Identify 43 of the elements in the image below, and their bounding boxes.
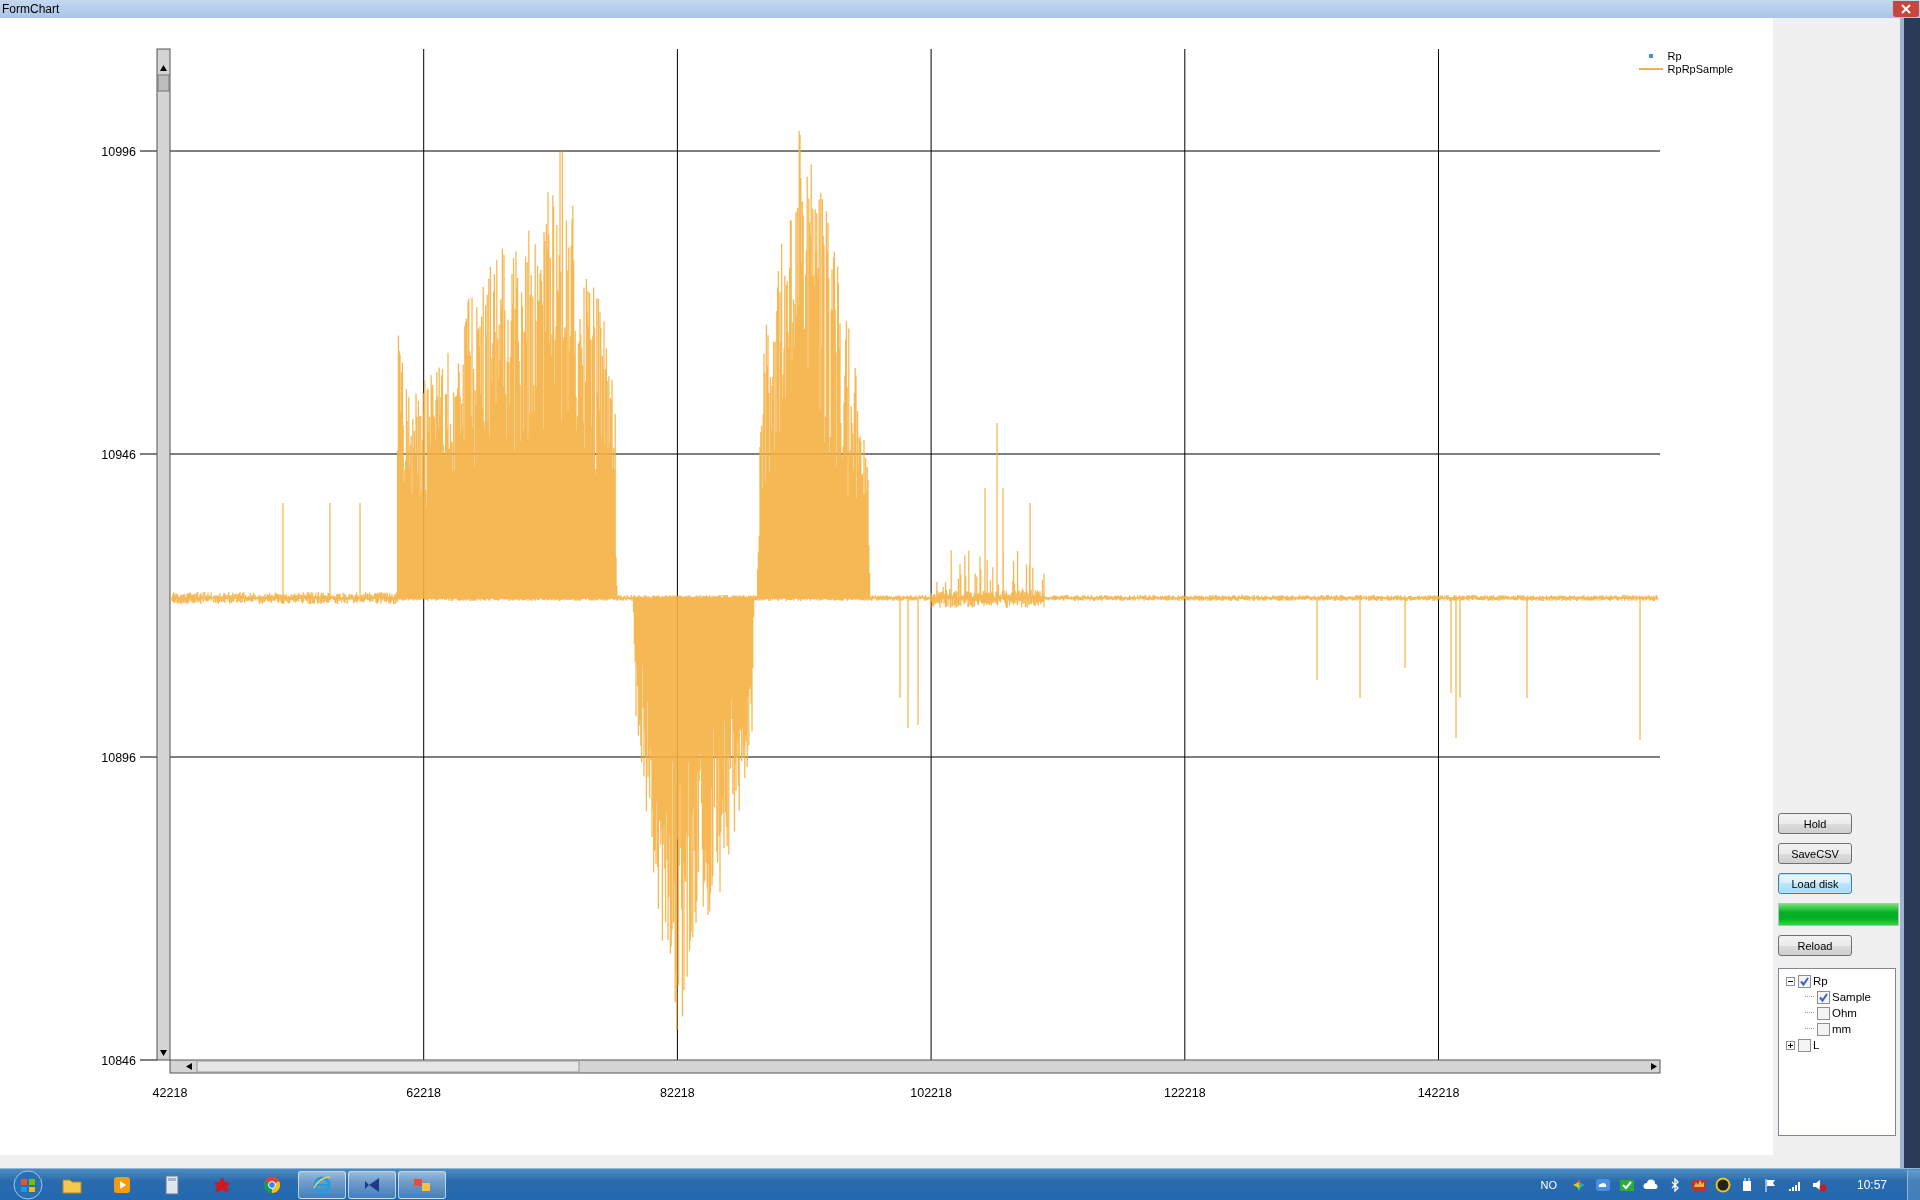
- language-indicator[interactable]: NO: [1540, 1178, 1557, 1191]
- close-icon: [1900, 4, 1912, 14]
- y-axis-label: 10946: [101, 448, 136, 462]
- tree-item[interactable]: L: [1813, 1039, 1820, 1051]
- tick-mark: [139, 150, 158, 152]
- tree-item[interactable]: Ohm: [1832, 1007, 1857, 1019]
- taskbar-button[interactable]: [348, 1170, 396, 1199]
- tick-mark: [139, 756, 158, 758]
- checkbox[interactable]: [1817, 1006, 1830, 1020]
- y-axis-label: 10896: [101, 751, 136, 765]
- button[interactable]: Load disk: [1778, 873, 1852, 894]
- legend-label: Rp: [1667, 50, 1682, 62]
- tick-mark: [139, 1059, 158, 1061]
- tree-item[interactable]: Rp: [1813, 975, 1828, 987]
- gauge-icon[interactable]: [1714, 1176, 1731, 1193]
- checkbox[interactable]: [1817, 1022, 1830, 1036]
- checkbox[interactable]: [1798, 974, 1811, 988]
- tree-item[interactable]: Sample: [1832, 991, 1871, 1003]
- button[interactable]: SaveCSV: [1778, 843, 1852, 864]
- horizontal-scrollbar[interactable]: [169, 1059, 1661, 1074]
- x-axis-label: 62218: [406, 1086, 442, 1100]
- x-axis-label: 142218: [1417, 1086, 1460, 1100]
- y-axis-label: 10846: [101, 1054, 136, 1068]
- checkbox[interactable]: [1817, 990, 1830, 1004]
- reload-button[interactable]: Reload: [1778, 935, 1852, 956]
- x-axis-label: 82218: [660, 1086, 695, 1100]
- button[interactable]: Hold: [1778, 813, 1852, 834]
- x-axis-label: 102218: [910, 1086, 952, 1100]
- x-axis-label: 42218: [152, 1086, 188, 1100]
- cloud-icon[interactable]: [1594, 1176, 1611, 1193]
- expand-icon[interactable]: [1786, 1040, 1795, 1050]
- tick-mark: [139, 453, 158, 455]
- legend-label: RpRpSample: [1667, 63, 1733, 75]
- collapse-icon[interactable]: [1786, 976, 1795, 986]
- clock[interactable]: 10:57: [1856, 1177, 1887, 1192]
- window-title: FormChart: [1, 2, 60, 16]
- checkbox[interactable]: [1798, 1038, 1811, 1052]
- y-axis-label: 10996: [101, 145, 136, 159]
- x-axis-label: 122218: [1163, 1086, 1206, 1100]
- close-button[interactable]: [1893, 1, 1919, 17]
- globe-icon: [311, 1173, 333, 1196]
- tree-item[interactable]: mm: [1832, 1023, 1852, 1035]
- vertical-scrollbar[interactable]: [156, 48, 171, 1061]
